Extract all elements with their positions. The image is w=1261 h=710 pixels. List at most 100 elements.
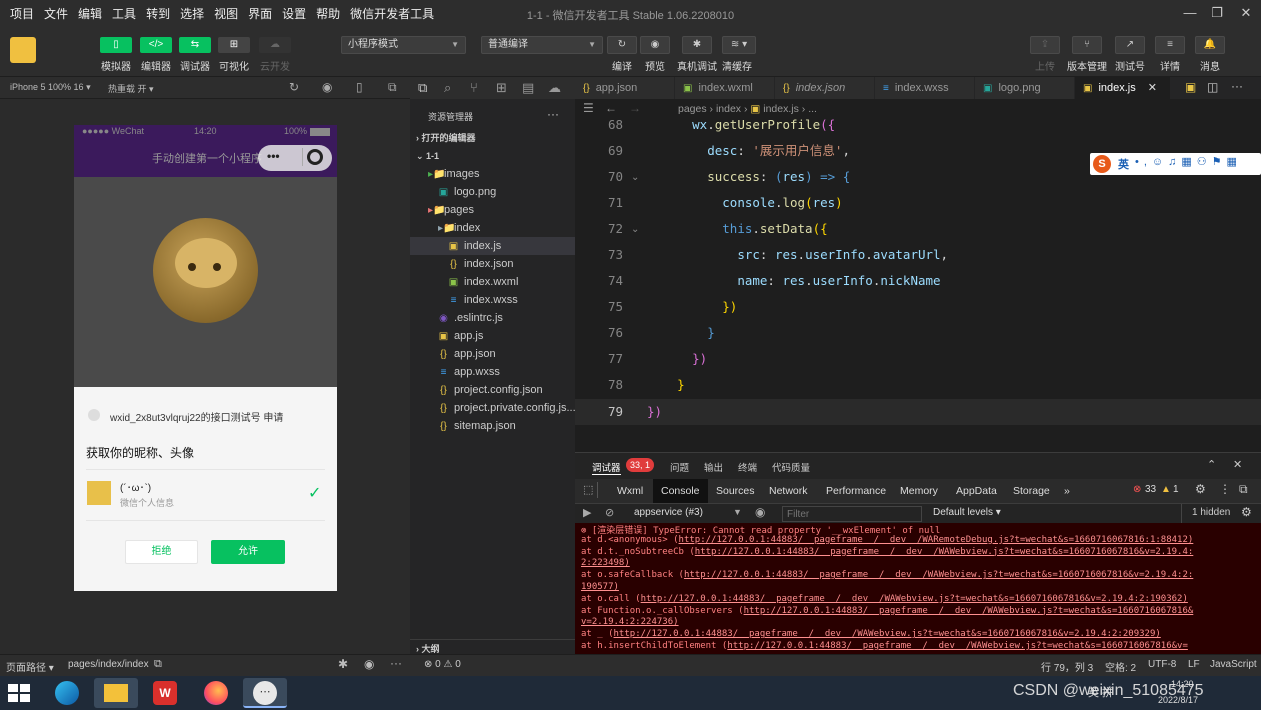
menu-item[interactable]: 选择 [180,5,204,22]
compile-select[interactable]: 普通编译 ▼ [481,36,603,54]
windows-start-icon[interactable] [8,684,30,702]
close-panel-icon[interactable]: ✕ [1233,458,1242,471]
wps-icon[interactable]: W [143,678,187,708]
tree-item[interactable]: ▸📁index [410,219,575,237]
tree-item[interactable]: ▸📁pages [410,201,575,219]
context-select[interactable]: appservice (#3) [634,507,703,518]
encoding[interactable]: UTF-8 [1148,659,1176,670]
indent-setting[interactable]: 空格: 2 [1105,659,1136,674]
popout-icon[interactable]: ⧉ [388,80,397,95]
split-editor-icon[interactable]: ◫ [1207,80,1218,94]
upload-icon[interactable]: ⇪ [1030,36,1060,54]
console-link[interactable]: 190577) [581,582,619,592]
clear-console-icon[interactable]: ⊘ [605,506,614,519]
profile-option[interactable]: (´･ω･`) 微信个人信息 ✓ [86,477,325,513]
tab-index-json[interactable]: {} index.json [775,77,875,99]
panel-tab-sources[interactable]: Sources [716,479,755,503]
tree-item[interactable]: ≡ app.wxss [410,363,575,381]
menu-item[interactable]: 文件 [44,5,68,22]
language-mode[interactable]: JavaScript [1210,659,1257,670]
console-output[interactable]: ⊗ [渲染层错误] TypeError: Cannot read propert… [575,523,1261,655]
menu-item[interactable]: 帮助 [316,5,340,22]
close-tab-icon[interactable]: ✕ [1148,82,1157,94]
tab-code-quality[interactable]: 代码质量 [772,460,810,474]
tree-item[interactable]: ▸📁images [410,165,575,183]
tab-debugger[interactable]: 调试器 [592,460,621,475]
capsule-menu[interactable]: ••• [258,145,332,171]
tree-item[interactable]: ▣ index.js [410,237,575,255]
console-link[interactable]: v=2.19.4:2:224736) [581,617,679,627]
fold-icon[interactable]: ⌄ [631,224,639,235]
menu-item[interactable]: 转到 [146,5,170,22]
test-icon[interactable]: ↗ [1115,36,1145,54]
copy-icon[interactable]: ⧉ [154,658,162,671]
tree-item[interactable]: ▣ logo.png [410,183,575,201]
eye-icon[interactable]: ◉ [364,657,374,671]
sidebar-toggle-icon[interactable]: ▶ [583,506,591,519]
editor-more-icon[interactable]: ··· [1231,79,1243,93]
console-link[interactable]: http://127.0.0.1:44883/__pageframe__/__d… [744,606,1194,616]
fold-icon[interactable]: ⌄ [631,172,639,183]
refresh-icon[interactable]: ↻ [289,80,299,94]
more-icon[interactable]: ••• [267,149,280,163]
tab-index-wxss[interactable]: ≡ index.wxss [875,77,975,99]
tree-item[interactable]: ≡ index.wxss [410,291,575,309]
eol[interactable]: LF [1188,659,1200,670]
inspect-icon[interactable]: ⬚ [583,483,593,496]
visual-icon[interactable]: ⊞ [218,37,250,53]
menu-icon[interactable]: ≡ [1155,36,1185,54]
console-link[interactable]: http://127.0.0.1:44883/__pageframe__/__d… [695,547,1194,557]
panel-tab-console[interactable]: Console [653,479,708,503]
menu-item[interactable]: 项目 [10,5,34,22]
tree-item[interactable]: {} app.json [410,345,575,363]
refresh-icon[interactable]: ↻ [607,36,637,54]
maximize-button[interactable]: ❐ [1207,4,1227,22]
hot-reload-toggle[interactable]: 热重载 开 ▾ [108,82,154,95]
live-expression-icon[interactable]: ◉ [755,505,765,519]
settings-icon[interactable]: ⚙ [1195,482,1206,496]
console-link[interactable]: http://127.0.0.1:44883/__pageframe__/__d… [684,570,1193,580]
git-icon[interactable]: ⑂ [470,80,478,95]
console-link[interactable]: http://127.0.0.1:44883/__pageframe__/__d… [727,641,1188,651]
edge-icon[interactable] [45,678,89,708]
more-icon[interactable]: ··· [547,107,559,121]
menu-item[interactable]: 微信开发者工具 [350,5,434,22]
bug-icon[interactable]: ✱ [682,36,712,54]
tree-item[interactable]: ▣ index.wxml [410,273,575,291]
console-link[interactable]: http://127.0.0.1:44883/__pageframe__/__d… [679,535,1194,545]
problems-count[interactable]: ⊗ 0 ⚠ 0 [424,659,461,670]
sogou-icon[interactable]: S [1093,155,1111,173]
menu-item[interactable]: 设置 [282,5,306,22]
menu-item[interactable]: 视图 [214,5,238,22]
console-link[interactable]: http://127.0.0.1:44883/__pageframe__/__d… [641,594,1188,604]
eye-icon[interactable]: ◉ [640,36,670,54]
panel-tab-network[interactable]: Network [769,479,808,503]
close-miniprogram-icon[interactable] [307,149,323,165]
panel-tab-storage[interactable]: Storage [1013,479,1050,503]
bug-icon[interactable]: ✱ [338,657,348,671]
wechat-devtools-icon[interactable]: ⋯ [243,678,287,708]
file-explorer-icon[interactable] [94,678,138,708]
menu-item[interactable]: 界面 [248,5,272,22]
tab-index-wxml[interactable]: ▣ index.wxml [675,77,775,99]
panel-tab-»[interactable]: » [1064,479,1070,503]
open-editors-section[interactable]: › 打开的编辑器 [410,129,575,147]
console-link[interactable]: http://127.0.0.1:44883/__pageframe__/__d… [614,629,1161,639]
stop-icon[interactable]: ◉ [322,80,332,94]
console-filter-input[interactable] [782,506,922,522]
tree-item[interactable]: ◉ .eslintrc.js [410,309,575,327]
search-icon[interactable]: ⌕ [444,80,451,96]
minimize-button[interactable]: — [1180,4,1200,22]
menu-item[interactable]: 编辑 [78,5,102,22]
kebab-icon[interactable]: ⋮ [1219,482,1231,496]
console-link[interactable]: 2:223498) [581,558,630,568]
reject-button[interactable]: 拒绝 [125,540,198,564]
tree-item[interactable]: ▣ app.js [410,327,575,345]
status-more-icon[interactable]: ··· [390,656,402,670]
outline-icon[interactable]: ▤ [522,80,534,96]
code-icon[interactable]: </> [140,37,172,53]
firefox-icon[interactable] [194,678,238,708]
cursor-position[interactable]: 行 79，列 3 [1041,659,1093,674]
project-section[interactable]: ⌄ 1-1 [410,147,575,165]
tree-item[interactable]: {} sitemap.json [410,417,575,435]
